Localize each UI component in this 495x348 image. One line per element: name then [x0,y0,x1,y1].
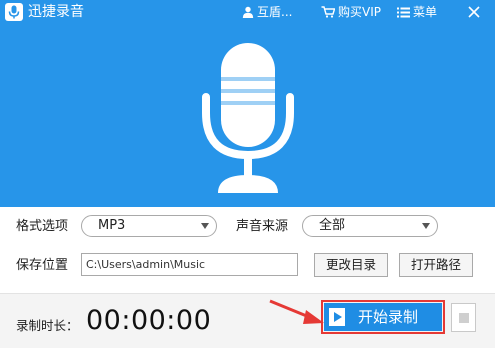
menu-icon [397,7,410,17]
source-label: 声音来源 [236,219,289,234]
stop-button[interactable] [451,303,476,332]
mic-logo-icon [5,3,23,21]
title-bar: 迅捷录音 互盾... 购买VIP 菜单 [0,0,495,25]
save-path-field[interactable]: C:\Users\admin\Music [81,253,298,276]
vip-label: 购买VIP [338,5,381,19]
start-highlight-box: 开始录制 [321,300,445,334]
menu-label: 菜单 [413,5,438,19]
format-value: MP3 [98,218,126,233]
play-icon [329,308,345,326]
app-title: 迅捷录音 [28,4,84,20]
start-record-button[interactable]: 开始录制 [324,303,442,331]
start-record-label: 开始录制 [358,308,419,326]
menu-button[interactable]: 菜单 [397,4,437,20]
user-account-button[interactable]: 互盾... [242,4,292,20]
cart-icon [321,6,335,18]
format-select[interactable]: MP3 [81,215,217,237]
duration-timer: 00:00:00 [86,305,212,336]
user-label: 互盾... [257,5,293,19]
format-label: 格式选项 [16,219,69,234]
annotation-arrow-icon [269,299,324,324]
open-path-button[interactable]: 打开路径 [399,253,473,277]
stop-icon [459,313,469,323]
source-select[interactable]: 全部 [302,215,438,237]
duration-label: 录制时长： [16,318,79,333]
source-value: 全部 [319,218,346,233]
settings-panel: 格式选项 MP3 声音来源 全部 保存位置 C:\Users\admin\Mus… [0,207,495,293]
close-icon[interactable] [464,3,484,21]
chevron-down-icon [201,223,209,229]
microphone-icon [202,43,294,193]
user-icon [242,6,254,18]
save-location-label: 保存位置 [16,258,69,273]
chevron-down-icon [422,223,430,229]
buy-vip-button[interactable]: 购买VIP [321,4,381,20]
change-directory-button[interactable]: 更改目录 [314,253,388,277]
hero-panel [0,25,495,207]
